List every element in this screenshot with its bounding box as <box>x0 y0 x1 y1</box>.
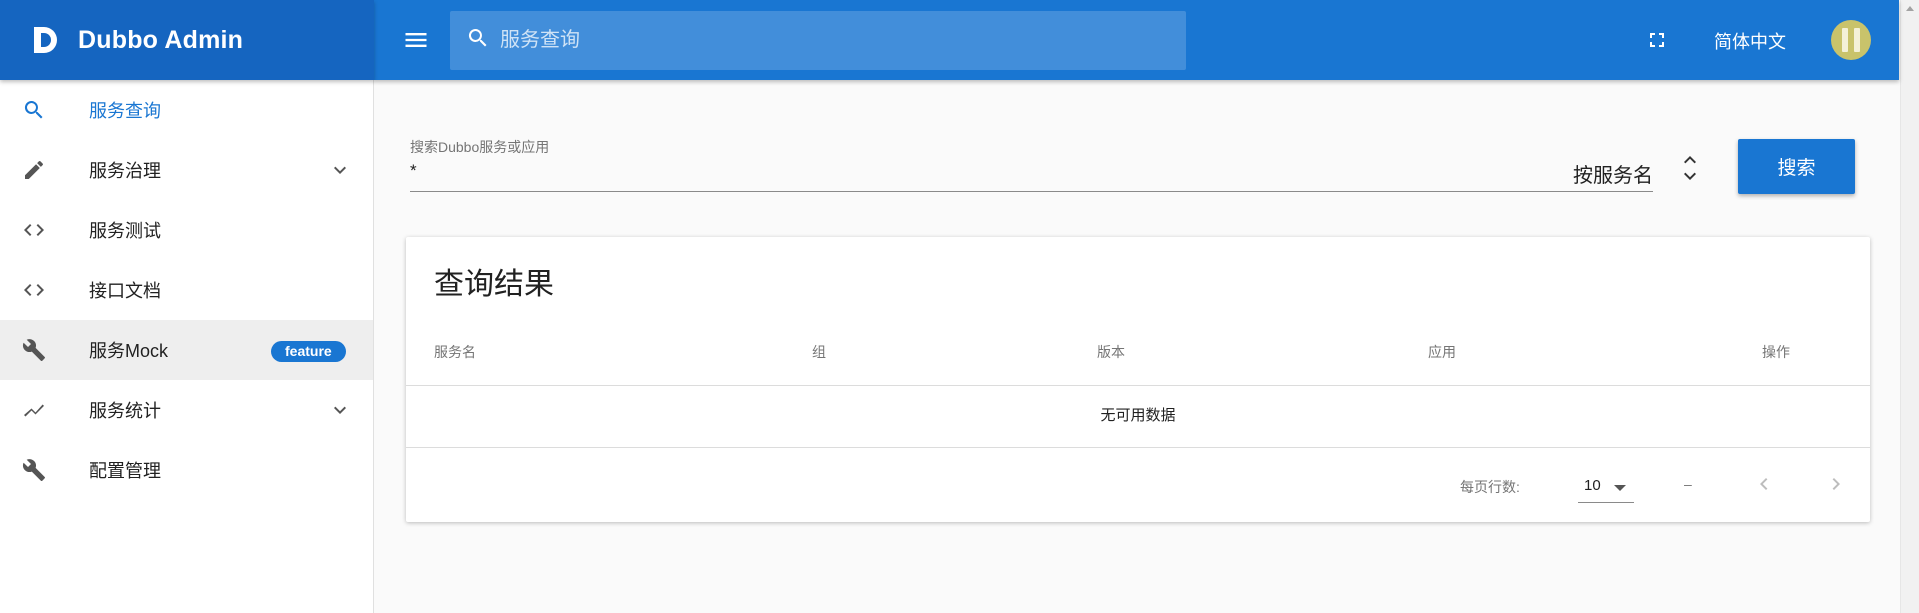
sidebar-item-service-mock[interactable]: 服务Mock feature <box>0 320 373 380</box>
language-switcher[interactable]: 简体中文 <box>1714 28 1786 54</box>
wrench-icon <box>22 338 46 362</box>
rows-per-page-value: 10 <box>1584 477 1601 494</box>
search-field-label: 搜索Dubbo服务或应用 <box>410 139 550 155</box>
fullscreen-icon[interactable] <box>1645 28 1669 52</box>
column-header-actions: 操作 <box>1762 344 1790 360</box>
unfold-more-icon[interactable] <box>1678 152 1702 184</box>
footer-divider <box>406 447 1870 448</box>
search-icon <box>22 98 46 122</box>
sidebar-item-service-governance[interactable]: 服务治理 <box>0 140 373 200</box>
sidebar-item-label: 服务Mock <box>89 341 169 361</box>
column-header-version[interactable]: 版本 <box>1097 342 1125 362</box>
global-search-box[interactable] <box>450 11 1186 70</box>
feature-badge: feature <box>271 341 346 362</box>
rows-per-page-select[interactable]: 10 <box>1578 471 1634 503</box>
sidebar-item-api-docs[interactable]: 接口文档 <box>0 260 373 320</box>
avatar[interactable] <box>1831 20 1871 60</box>
results-card: 查询结果 服务名 组 版本 应用 操作 无可用数据 每页行数: 10 – <box>406 237 1870 522</box>
sidebar-item-label: 服务查询 <box>89 101 161 121</box>
scroll-up-arrow-icon[interactable] <box>1906 6 1914 11</box>
brand-header: Dubbo Admin <box>0 0 374 80</box>
sidebar-item-label: 接口文档 <box>89 281 161 301</box>
search-field-value[interactable]: * <box>410 161 417 181</box>
dubbo-logo-icon <box>28 24 60 56</box>
app-title: Dubbo Admin <box>78 25 244 54</box>
sidebar-item-label: 配置管理 <box>89 461 161 481</box>
code-icon <box>22 218 46 242</box>
trending-up-icon <box>22 398 46 422</box>
wrench-icon <box>22 458 46 482</box>
chevron-right-icon[interactable] <box>1824 472 1848 496</box>
chevron-left-icon[interactable] <box>1752 472 1776 496</box>
chevron-down-icon[interactable] <box>328 398 352 422</box>
sidebar: 服务查询 服务治理 服务测试 接口文档 服务Mock feature 服务统计 <box>0 80 374 613</box>
sidebar-item-service-query[interactable]: 服务查询 <box>0 80 373 140</box>
header-divider <box>406 385 1870 386</box>
rows-per-page-label: 每页行数: <box>1460 479 1520 495</box>
sidebar-item-label: 服务测试 <box>89 221 161 241</box>
search-button[interactable]: 搜索 <box>1738 139 1855 194</box>
sidebar-item-service-test[interactable]: 服务测试 <box>0 200 373 260</box>
global-search-input[interactable] <box>500 29 1140 52</box>
search-type-select[interactable]: 按服务名 <box>1573 159 1653 188</box>
page-range: – <box>1684 476 1692 492</box>
chevron-down-icon[interactable] <box>328 158 352 182</box>
code-icon <box>22 278 46 302</box>
search-icon <box>466 26 490 55</box>
column-header-group[interactable]: 组 <box>812 342 826 362</box>
sidebar-item-label: 服务治理 <box>89 161 161 181</box>
column-header-service-name[interactable]: 服务名 <box>434 342 476 362</box>
dropdown-arrow-icon <box>1614 485 1626 491</box>
pencil-icon <box>22 158 46 182</box>
sidebar-item-service-statistics[interactable]: 服务统计 <box>0 380 373 440</box>
page-scrollbar[interactable] <box>1900 0 1919 613</box>
sidebar-item-label: 服务统计 <box>89 401 161 421</box>
no-data-message: 无可用数据 <box>1100 407 1176 424</box>
top-bar: 简体中文 <box>374 0 1899 80</box>
service-search-field[interactable]: 搜索Dubbo服务或应用 * 按服务名 <box>410 133 1653 192</box>
column-header-application[interactable]: 应用 <box>1428 342 1456 362</box>
menu-icon[interactable] <box>402 26 430 54</box>
sidebar-item-config-management[interactable]: 配置管理 <box>0 440 373 500</box>
results-title: 查询结果 <box>434 268 554 301</box>
